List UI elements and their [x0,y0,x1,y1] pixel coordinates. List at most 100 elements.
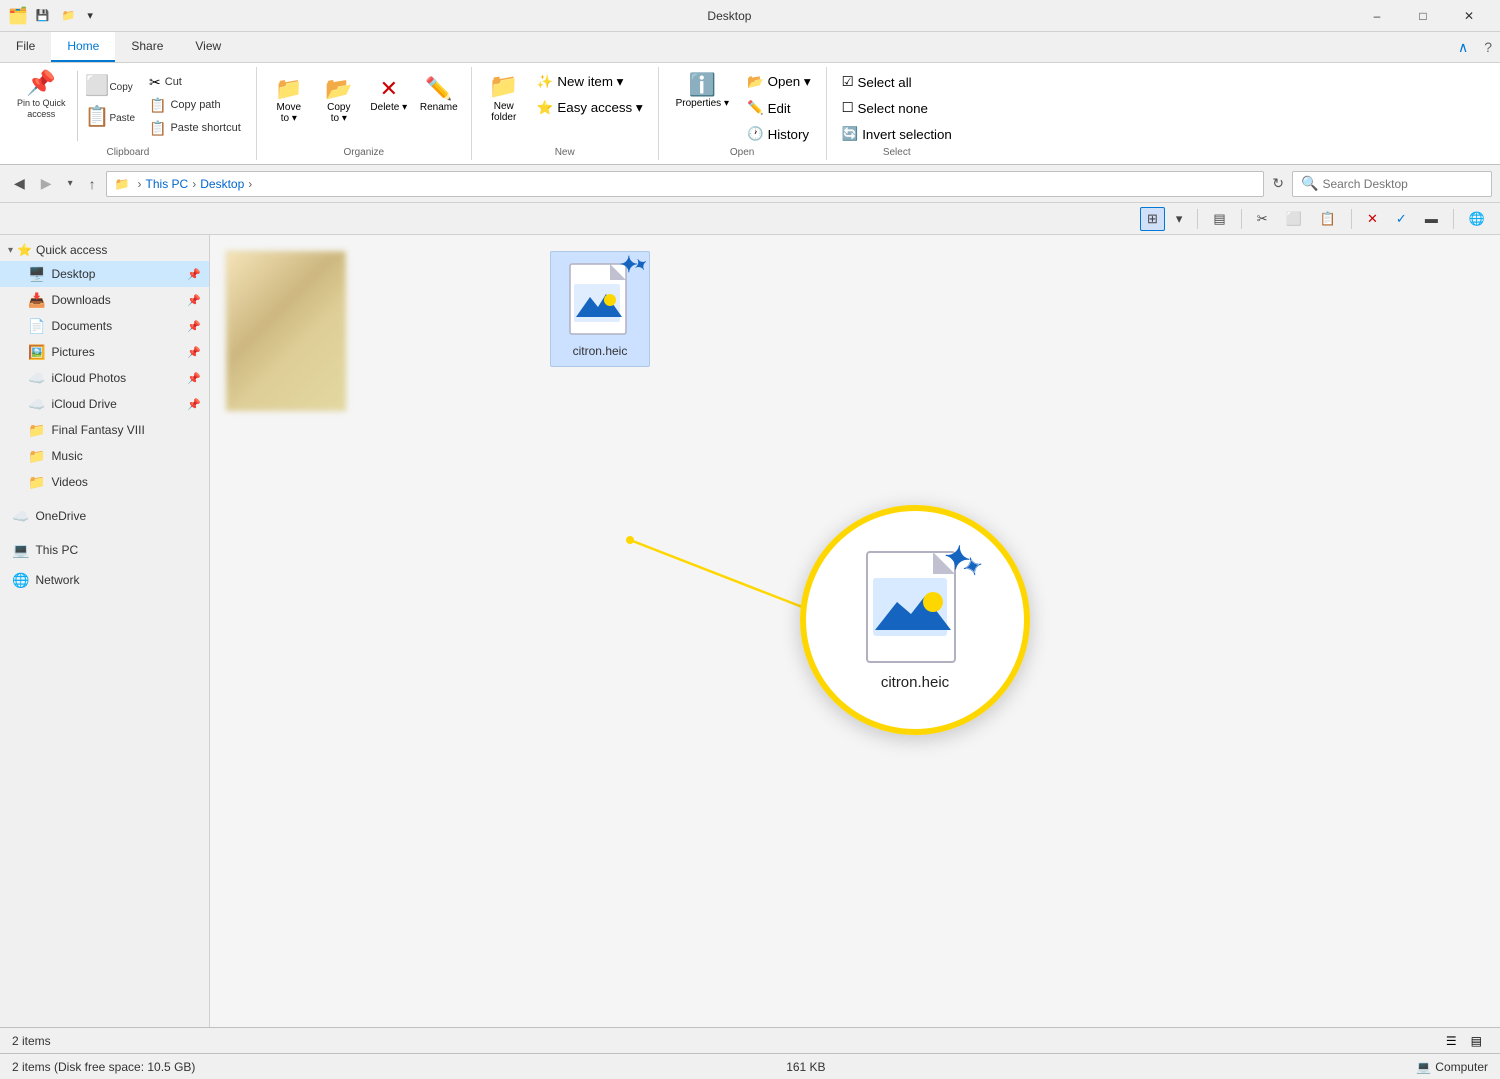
preview-pane-btn[interactable]: ▤ [1206,207,1232,231]
toolbar-rename-btn[interactable]: ▬ [1418,207,1445,230]
sidebar-item-thispc[interactable]: 💻 This PC [0,537,209,563]
organize-label: Organize [343,145,384,160]
select-col: ☑ Select all ☐ Select none 🔄 Invert sele… [835,67,959,145]
select-none-button[interactable]: ☐ Select none [835,97,959,119]
quick-folder-btn[interactable]: 📁 [58,7,80,24]
copy-path-button[interactable]: 📋 Copy path [142,94,248,116]
refresh-button[interactable]: ↻ [1268,171,1288,196]
search-box[interactable]: 🔍 [1292,171,1492,197]
paste-button[interactable]: 📋 Paste [80,102,140,132]
sidebar-item-downloads[interactable]: 📥 Downloads 📌 [0,287,209,313]
sidebar-item-pictures[interactable]: 🖼️ Pictures 📌 [0,339,209,365]
easy-access-button[interactable]: ⭐ Easy access ▾ [530,97,650,119]
invert-selection-button[interactable]: 🔄 Invert selection [835,123,959,145]
open-col: 📂 Open ▾ ✏️ Edit 🕐 History [740,67,818,145]
file-area[interactable]: ✦ ✦ citron.heic [210,235,1500,1027]
view-separator-4 [1453,209,1454,229]
tab-view[interactable]: View [179,32,237,62]
sidebar-item-videos[interactable]: 📁 Videos [0,469,209,495]
move-to-button[interactable]: 📁 Moveto ▾ [265,71,313,129]
paste-shortcut-button[interactable]: 📋 Paste shortcut [142,117,248,139]
icloud-photos-icon: ☁️ [28,370,45,387]
toolbar-delete-btn[interactable]: ✕ [1360,207,1385,231]
help-button[interactable]: ? [1476,32,1500,62]
delete-button[interactable]: ✕ Delete ▾ [365,71,413,118]
sidebar-item-final-fantasy[interactable]: 📁 Final Fantasy VIII [0,417,209,443]
recent-btn[interactable]: ▾ [62,174,79,193]
properties-button[interactable]: ℹ️ Properties ▾ [667,67,738,114]
detail-view-btn[interactable]: ▤ [1465,1031,1488,1051]
maximize-button[interactable]: □ [1400,0,1446,32]
copy-icon: ⬜ [85,76,110,96]
cut-label: Cut [165,76,182,88]
path-thispc[interactable]: This PC [146,177,189,191]
thispc-icon: 💻 [12,542,29,559]
organize-col2: 📂 Copyto ▾ [315,67,363,129]
select-all-button[interactable]: ☑ Select all [835,71,959,93]
ribbon-collapse-btn[interactable]: ∧ [1450,32,1476,62]
divider [77,71,78,141]
onedrive-label: OneDrive [35,509,201,523]
window-controls: – □ ✕ [1354,0,1492,32]
sidebar-item-desktop[interactable]: 🖥️ Desktop 📌 [0,261,209,287]
edit-button[interactable]: ✏️ Edit [740,97,818,119]
view-dropdown-btn[interactable]: ▾ [1169,207,1190,231]
open-button[interactable]: 📂 Open ▾ [740,71,818,93]
sidebar-item-icloud-drive[interactable]: ☁️ iCloud Drive 📌 [0,391,209,417]
icloud-drive-pin-icon: 📌 [187,398,201,411]
quick-access-header[interactable]: ▾ ⭐ Quick access [0,239,209,261]
view-large-icons-btn[interactable]: ⊞ [1140,207,1165,231]
toolbar-globe-btn[interactable]: 🌐 [1462,207,1492,231]
history-button[interactable]: 🕐 History [740,123,818,145]
tab-share[interactable]: Share [115,32,179,62]
close-button[interactable]: ✕ [1446,0,1492,32]
copy-path-icon: 📋 [149,97,166,114]
paste-label: Paste [109,113,135,124]
sidebar-item-network[interactable]: 🌐 Network [0,567,209,593]
new-label: New [555,145,575,160]
list-view-btn[interactable]: ☰ [1440,1031,1463,1051]
address-path[interactable]: 📁 › This PC › Desktop › [106,171,1265,197]
copy-to-button[interactable]: 📂 Copyto ▾ [315,71,363,129]
toolbar-check-btn[interactable]: ✓ [1389,207,1414,231]
toolbar-paste-btn[interactable]: 📋 [1313,207,1343,231]
back-button[interactable]: ◀ [8,171,31,196]
quick-access-icon: ⭐ [17,243,32,257]
quick-dropdown-btn[interactable]: ▾ [83,7,97,24]
organize-col4: ✏️ Rename [415,67,463,118]
sidebar-item-onedrive[interactable]: ☁️ OneDrive [0,503,209,529]
toolbar-copy-btn[interactable]: ⬜ [1279,207,1309,231]
music-label: Music [51,449,201,463]
tab-home[interactable]: Home [51,32,115,62]
rename-button[interactable]: ✏️ Rename [415,71,463,118]
search-input[interactable] [1322,177,1482,191]
documents-icon: 📄 [28,318,45,335]
downloads-label: Downloads [51,293,181,307]
path-desktop[interactable]: Desktop [200,177,244,191]
zoom-file-icon-wrapper: ✦ ✦ [865,550,965,666]
toolbar-cut-btn[interactable]: ✂ [1250,207,1275,231]
new-item-icon: ✨ [537,74,554,90]
minimize-button[interactable]: – [1354,0,1400,32]
file-item-citron[interactable]: ✦ ✦ citron.heic [550,251,650,367]
downloads-icon: 📥 [28,292,45,309]
tab-file[interactable]: File [0,32,51,62]
sidebar-item-icloud-photos[interactable]: ☁️ iCloud Photos 📌 [0,365,209,391]
copy-button[interactable]: ⬜ Copy [80,71,140,101]
select-none-icon: ☐ [842,100,854,116]
pin-to-quick-access-button[interactable]: 📌 Pin to Quickaccess [8,67,75,125]
up-button[interactable]: ↑ [83,172,102,196]
cut-button[interactable]: ✂ Cut [142,71,248,93]
sidebar-item-documents[interactable]: 📄 Documents 📌 [0,313,209,339]
sidebar-item-music[interactable]: 📁 Music [0,443,209,469]
zoom-file-label: citron.heic [881,674,949,691]
new-item-button[interactable]: ✨ New item ▾ [530,71,650,93]
delete-icon: ✕ [380,76,398,102]
quick-save-btn[interactable]: 💾 [32,7,54,24]
ribbon-content: 📌 Pin to Quickaccess ⬜ Copy 📋 Paste [0,62,1500,164]
new-folder-button[interactable]: 📁 Newfolder [480,67,528,128]
pictures-icon: 🖼️ [28,344,45,361]
ribbon-group-new: 📁 Newfolder ✨ New item ▾ ⭐ Easy access ▾… [472,67,659,160]
forward-button[interactable]: ▶ [35,171,58,196]
move-label: Moveto ▾ [277,102,301,124]
